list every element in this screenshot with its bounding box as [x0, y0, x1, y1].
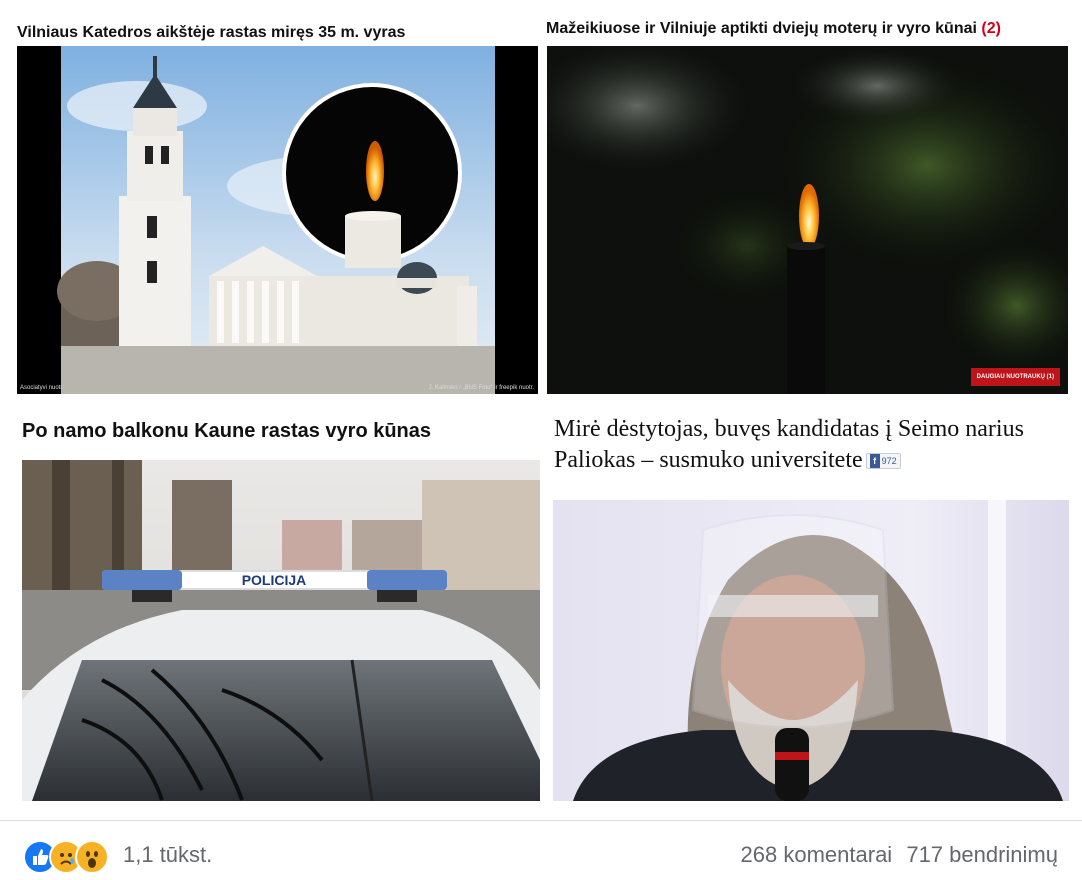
wow-icon [75, 840, 109, 874]
article-image[interactable] [553, 500, 1069, 801]
more-photos-button[interactable]: DAUGIAU NUOTRAUKŲ (1) [970, 368, 1060, 386]
article-image[interactable]: Asociatyvi nuotr. J. Kalinsko / „BNS Fot… [17, 46, 538, 394]
article-card-lecturer[interactable]: Mirė dėstytojas, buvęs kandidatas į Seim… [545, 400, 1082, 810]
article-card-candle[interactable]: Mažeikiuose ir Vilniuje aptikti dviejų m… [540, 0, 1082, 400]
headline-text: Mažeikiuose ir Vilniuje aptikti dviejų m… [546, 20, 977, 37]
article-headline[interactable]: Po namo balkonu Kaune rastas vyro kūnas [22, 420, 431, 443]
comments-link[interactable]: 268 komentarai [741, 842, 893, 867]
article-image[interactable]: POLICIJA [22, 460, 540, 801]
article-card-cathedral[interactable]: Vilniaus Katedros aikštėje rastas miręs … [0, 0, 540, 400]
headline-line-1: Mirė dėstytojas, buvęs kandidatas į Seim… [554, 416, 1024, 442]
article-headline[interactable]: Mažeikiuose ir Vilniuje aptikti dviejų m… [546, 20, 1001, 38]
share-count: 972 [881, 456, 897, 467]
article-card-police[interactable]: Po namo balkonu Kaune rastas vyro kūnas [0, 400, 545, 810]
lecturer-photo [553, 500, 1069, 801]
post-stats: 268 komentarai 717 bendrinimų [733, 842, 1058, 868]
photo-credit-right: J. Kalinsko / „BNS Foto“ ir freepik nuot… [428, 385, 534, 391]
police-car-photo: POLICIJA [22, 460, 540, 801]
police-sign: POLICIJA [242, 572, 307, 588]
cathedral-photo [57, 46, 495, 394]
footer-divider [0, 820, 1082, 821]
reaction-count[interactable]: 1,1 tūkst. [123, 842, 212, 868]
photo-count: (2) [981, 20, 1001, 37]
headline-line-2: Paliokas – susmuko universitete f 972 [554, 445, 1024, 476]
facebook-icon: f [869, 454, 880, 469]
article-headline[interactable]: Mirė dėstytojas, buvęs kandidatas į Seim… [554, 414, 1024, 476]
candle-photo [547, 46, 1068, 394]
photo-credit-left: Asociatyvi nuotr. [20, 385, 64, 391]
shares-link[interactable]: 717 bendrinimų [906, 842, 1058, 867]
article-headline[interactable]: Vilniaus Katedros aikštėje rastas miręs … [17, 24, 405, 42]
article-image[interactable]: DAUGIAU NUOTRAUKŲ (1) [547, 46, 1068, 394]
reaction-icons[interactable] [23, 840, 118, 874]
facebook-share-badge[interactable]: f 972 [865, 453, 901, 470]
